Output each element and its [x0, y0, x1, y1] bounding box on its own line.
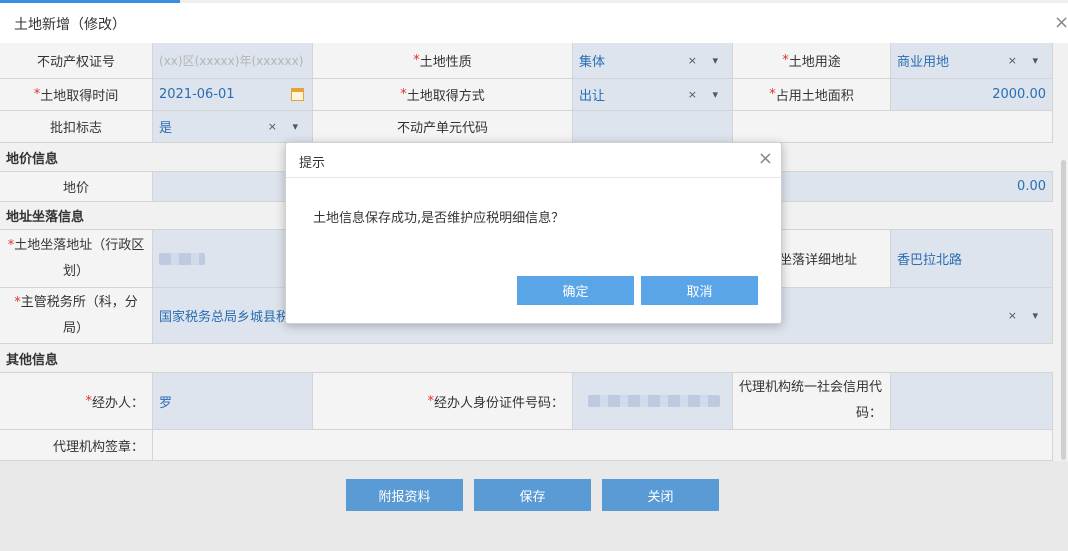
acquire-time-label: * 土地取得时间 — [0, 79, 153, 111]
agency-sign-label: 代理机构签章： — [0, 430, 153, 461]
handler-id-label: * 经办人身份证件号码： — [313, 373, 573, 430]
select-clear-dropdown-icon[interactable]: × ▾ — [1008, 309, 1044, 322]
unit-code-input[interactable] — [573, 111, 733, 143]
confirm-dialog: 提示 × 土地信息保存成功,是否维护应税明细信息？ 确定 取消 — [285, 142, 782, 324]
occupied-area-label: * 占用土地面积 — [733, 79, 891, 111]
agency-sign-field[interactable] — [153, 430, 1053, 461]
land-nature-label: * 土地性质 — [313, 43, 573, 79]
select-clear-dropdown-icon[interactable]: × ▾ — [268, 120, 304, 133]
approval-flag-select[interactable]: 是 × ▾ — [153, 111, 313, 143]
acquire-method-select[interactable]: 出让 × ▾ — [573, 79, 733, 111]
empty-cell — [733, 111, 1053, 143]
window-close-icon[interactable]: × — [1054, 13, 1068, 33]
price-label: 地价 — [0, 172, 153, 202]
cert-no-input[interactable]: (xx)区(xxxxx)年(xxxxxx) — [153, 43, 313, 79]
approval-flag-label: 批扣标志 — [0, 111, 153, 143]
blurred-value — [588, 395, 720, 407]
save-button[interactable]: 保存 — [474, 479, 591, 511]
land-use-label: * 土地用途 — [733, 43, 891, 79]
unit-code-label: 不动产单元代码 — [313, 111, 573, 143]
occupied-area-input[interactable]: 2000.00 — [891, 79, 1053, 111]
handler-input[interactable]: 罗 — [153, 373, 313, 430]
handler-label: * 经办人： — [0, 373, 153, 430]
close-button[interactable]: 关闭 — [602, 479, 719, 511]
address-detail-input[interactable]: 香巴拉北路 — [891, 230, 1053, 288]
section-other: 其他信息 — [0, 344, 1053, 373]
blurred-value — [159, 252, 205, 265]
land-nature-select[interactable]: 集体 × ▾ — [573, 43, 733, 79]
attach-button[interactable]: 附报资料 — [346, 479, 463, 511]
acquire-method-label: * 土地取得方式 — [313, 79, 573, 111]
acquire-time-input[interactable]: 2021-06-01 — [153, 79, 313, 111]
calendar-icon[interactable] — [291, 88, 304, 101]
dialog-message: 土地信息保存成功,是否维护应税明细信息？ — [313, 211, 565, 226]
select-clear-dropdown-icon[interactable]: × ▾ — [688, 54, 724, 67]
admin-area-label: *土地坐落地址（行政区划） — [0, 230, 153, 288]
select-clear-dropdown-icon[interactable]: × ▾ — [688, 88, 724, 101]
dialog-header: 提示 × — [286, 143, 781, 178]
scrollbar[interactable] — [1061, 160, 1066, 460]
tax-office-label: *主管税务所（科，分局） — [0, 288, 153, 344]
dialog-close-icon[interactable]: × — [758, 148, 773, 169]
window-title: 土地新增（修改） — [14, 17, 126, 33]
handler-id-input[interactable] — [573, 373, 733, 430]
land-use-select[interactable]: 商业用地 × ▾ — [891, 43, 1053, 79]
dialog-title: 提示 — [299, 156, 326, 171]
agency-credit-input[interactable] — [891, 373, 1053, 430]
agency-credit-label: 代理机构统一社会信用代码： — [733, 373, 891, 430]
cancel-button[interactable]: 取消 — [641, 276, 758, 305]
select-clear-dropdown-icon[interactable]: × ▾ — [1008, 54, 1044, 67]
window-header: 土地新增（修改） × — [0, 3, 1068, 44]
confirm-button[interactable]: 确定 — [517, 276, 634, 305]
cert-no-label: 不动产权证号 — [0, 43, 153, 79]
